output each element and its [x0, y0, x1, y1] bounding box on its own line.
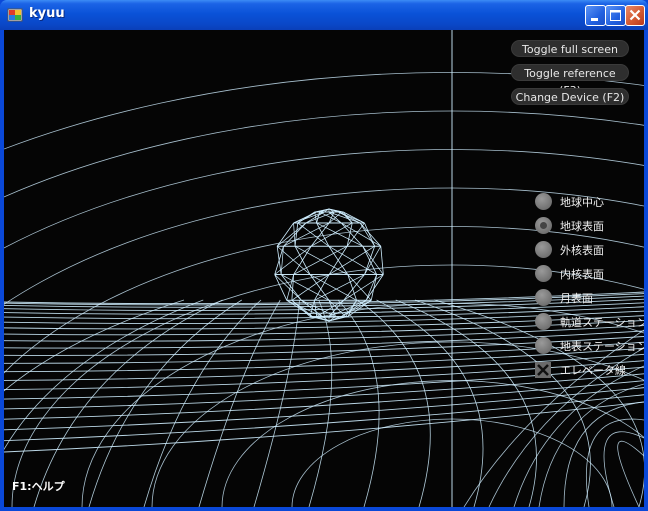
radio-button[interactable] — [535, 289, 552, 306]
radio-label: 地球中心 — [560, 196, 604, 209]
radio-button[interactable] — [535, 313, 552, 330]
radio-outer-core-surface[interactable]: 外核表面 — [534, 240, 644, 260]
radio-ground-station[interactable]: 地表ステーション — [534, 336, 644, 356]
maximize-icon — [610, 10, 621, 21]
radio-inner-core-surface[interactable]: 内核表面 — [534, 264, 644, 284]
minimize-button[interactable] — [585, 5, 606, 26]
radio-button[interactable] — [535, 241, 552, 258]
toggle-fullscreen-button[interactable]: Toggle full screen — [511, 40, 629, 57]
close-button[interactable] — [625, 5, 645, 26]
change-device-button[interactable]: Change Device (F2) — [511, 88, 629, 105]
radio-earth-center[interactable]: 地球中心 — [534, 192, 644, 212]
help-hint: F1:ヘルプ — [12, 480, 65, 493]
radio-label: 軌道ステーション — [560, 316, 644, 329]
title-bar[interactable]: kyuu — [0, 0, 648, 30]
radio-label: 月表面 — [560, 292, 593, 305]
elevator-line-checkbox[interactable] — [535, 362, 551, 378]
maximize-button[interactable] — [605, 5, 626, 26]
render-viewport[interactable]: Toggle full screen Toggle reference (F3)… — [4, 30, 644, 507]
radio-button[interactable] — [535, 337, 552, 354]
radio-moon-surface[interactable]: 月表面 — [534, 288, 644, 308]
minimize-icon — [591, 18, 598, 21]
toggle-reference-button[interactable]: Toggle reference (F3) — [511, 64, 629, 97]
radio-label: 地表ステーション — [560, 340, 644, 353]
radio-button-selected[interactable] — [535, 217, 552, 234]
elevator-line-checkbox-row[interactable]: エレベータ線 — [534, 360, 644, 380]
radio-label: 地球表面 — [560, 220, 604, 233]
radio-orbital-station[interactable]: 軌道ステーション — [534, 312, 644, 332]
window-title: kyuu — [29, 6, 65, 21]
close-icon — [629, 9, 641, 21]
radio-label: 外核表面 — [560, 244, 604, 257]
app-window: kyuu Toggle full screen Toggle reference… — [0, 0, 648, 511]
radio-label: 内核表面 — [560, 268, 604, 281]
checkmark-icon — [537, 364, 549, 376]
checkbox-label: エレベータ線 — [560, 364, 626, 377]
radio-button[interactable] — [535, 265, 552, 282]
radio-earth-surface[interactable]: 地球表面 — [534, 216, 644, 236]
app-icon — [7, 8, 23, 22]
radio-button[interactable] — [535, 193, 552, 210]
